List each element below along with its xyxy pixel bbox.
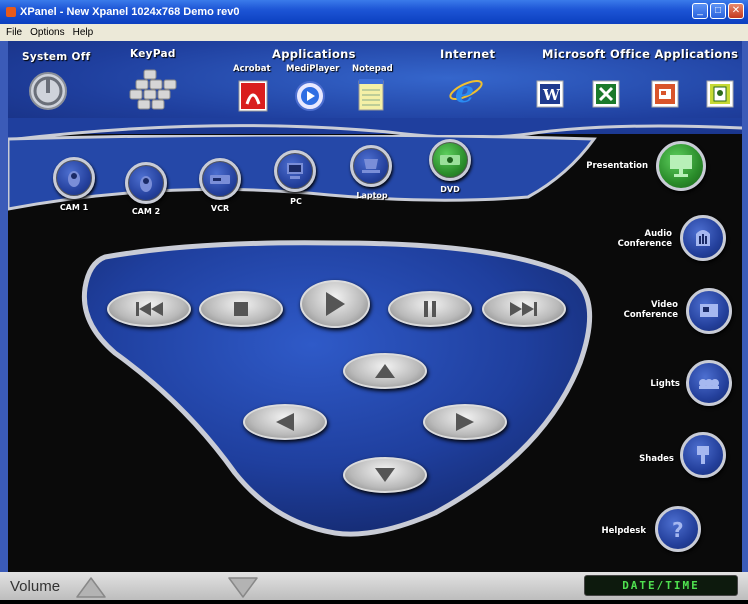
datetime-display: DATE/TIME [584, 575, 738, 596]
publisher-icon[interactable] [706, 80, 734, 113]
video-conference-button[interactable] [686, 288, 732, 334]
window-title: XPanel - New Xpanel 1024x768 Demo rev0 [20, 6, 240, 18]
dvd-button[interactable] [429, 139, 471, 181]
pc-button[interactable] [274, 150, 316, 192]
menu-options[interactable]: Options [30, 27, 64, 38]
shades-button[interactable] [680, 432, 726, 478]
previous-button[interactable] [107, 291, 191, 327]
notepad-label: Notepad [352, 64, 393, 74]
lights-button[interactable] [686, 360, 732, 406]
next-button[interactable] [482, 291, 566, 327]
svg-text:?: ? [672, 518, 684, 541]
presentation-label: Presentation [586, 161, 648, 171]
maximize-button[interactable]: □ [710, 3, 726, 19]
powerpoint-icon[interactable] [651, 80, 679, 113]
vcr-label: VCR [210, 204, 230, 213]
menu-file[interactable]: File [6, 27, 22, 38]
audio-label-line2: Conference [617, 239, 672, 249]
acrobat-icon[interactable] [238, 80, 268, 117]
audio-conference-button[interactable] [680, 215, 726, 261]
up-arrow-icon [375, 364, 395, 378]
play-button[interactable] [300, 280, 370, 328]
volume-down-icon [228, 577, 258, 598]
up-button[interactable] [343, 353, 427, 389]
internet-label: Internet [440, 47, 496, 61]
notepad-icon[interactable] [356, 78, 386, 117]
app-icon [6, 7, 16, 17]
next-icon [510, 302, 537, 316]
presentation-button[interactable] [656, 141, 706, 191]
cam2-button[interactable] [125, 162, 167, 204]
minimize-button[interactable]: _ [692, 3, 708, 19]
video-label-line2: Conference [623, 310, 678, 320]
vcr-button[interactable] [199, 158, 241, 200]
menu-bar: File Options Help [0, 24, 748, 41]
mediaplayer-icon[interactable] [294, 80, 326, 117]
right-button[interactable] [423, 404, 507, 440]
cam1-label: CAM 1 [59, 203, 89, 212]
close-button[interactable]: ✕ [728, 3, 744, 19]
down-arrow-icon [375, 468, 395, 482]
stop-button[interactable] [199, 291, 283, 327]
audio-label-line1: Audio [644, 229, 672, 239]
control-pad [81, 240, 593, 537]
cam1-button[interactable] [53, 157, 95, 199]
power-icon[interactable] [28, 71, 68, 116]
mediplayer-label: MediPlayer [286, 64, 340, 74]
volume-label: Volume [10, 578, 61, 595]
title-bar: XPanel - New Xpanel 1024x768 Demo rev0 _… [0, 0, 748, 24]
previous-icon [136, 302, 163, 316]
play-icon [326, 292, 345, 316]
svg-text:e: e [455, 75, 474, 108]
pause-button[interactable] [388, 291, 472, 327]
volume-up-icon [76, 577, 106, 598]
right-arrow-icon [456, 413, 474, 431]
applications-label: Applications [272, 47, 356, 61]
laptop-label: Laptop [356, 191, 388, 200]
cam2-label: CAM 2 [131, 207, 161, 216]
keypad-icon[interactable] [128, 68, 180, 117]
svg-text:W: W [542, 86, 561, 104]
office-label: Microsoft Office Applications [542, 47, 739, 61]
dvd-label: DVD [440, 185, 460, 194]
laptop-button[interactable] [350, 145, 392, 187]
internet-explorer-icon[interactable]: e [448, 72, 484, 113]
left-button[interactable] [243, 404, 327, 440]
menu-help[interactable]: Help [73, 27, 94, 38]
left-arrow-icon [276, 413, 294, 431]
system-off-label: System Off [22, 51, 91, 63]
helpdesk-button[interactable]: ? [655, 506, 701, 552]
excel-icon[interactable] [592, 80, 620, 113]
down-button[interactable] [343, 457, 427, 493]
stop-icon [234, 302, 248, 316]
pause-icon [424, 301, 436, 317]
acrobat-label: Acrobat [233, 64, 271, 74]
word-icon[interactable]: W [536, 80, 564, 113]
pc-label: PC [290, 197, 302, 206]
keypad-label: KeyPad [130, 48, 176, 60]
video-label-line1: Video [650, 300, 678, 310]
